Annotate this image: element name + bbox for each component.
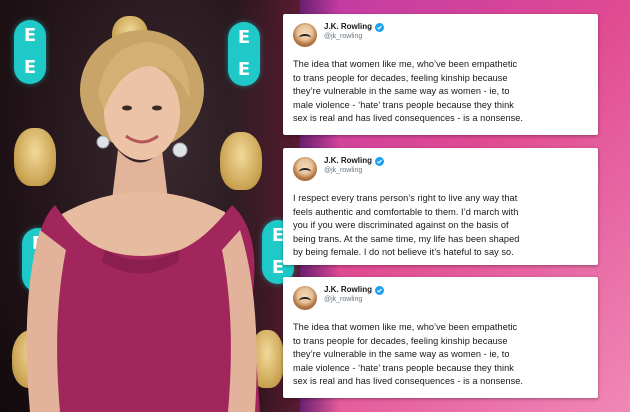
event-photo: EE EE EE EE bbox=[0, 0, 300, 412]
tweet-header: J.K. Rowling @jk_rowling bbox=[293, 156, 588, 188]
author-handle[interactable]: @jk_rowling bbox=[324, 166, 384, 176]
author-handle[interactable]: @jk_rowling bbox=[324, 295, 384, 305]
verified-badge-icon bbox=[375, 156, 384, 166]
tweet-card[interactable]: J.K. Rowling @jk_rowling I respect every… bbox=[283, 148, 598, 265]
author-block: J.K. Rowling @jk_rowling bbox=[324, 156, 384, 176]
tweet-text: The idea that women like me, who’ve been… bbox=[293, 59, 524, 123]
author-block: J.K. Rowling @jk_rowling bbox=[324, 22, 384, 42]
avatar[interactable] bbox=[293, 286, 317, 310]
tweet-header: J.K. Rowling @jk_rowling bbox=[293, 22, 588, 54]
author-handle[interactable]: @jk_rowling bbox=[324, 32, 384, 42]
tweet-text: I respect every trans person’s right to … bbox=[293, 193, 520, 257]
tweet-card[interactable]: J.K. Rowling @jk_rowling The idea that w… bbox=[283, 277, 598, 398]
author-name[interactable]: J.K. Rowling bbox=[324, 285, 372, 295]
verified-badge-icon bbox=[375, 285, 384, 295]
tweet-header: J.K. Rowling @jk_rowling bbox=[293, 285, 588, 317]
tweet-text: The idea that women like me, who’ve been… bbox=[293, 322, 524, 386]
tweet-card[interactable]: J.K. Rowling @jk_rowling The idea that w… bbox=[283, 14, 598, 135]
woman-portrait bbox=[26, 30, 260, 412]
author-block: J.K. Rowling @jk_rowling bbox=[324, 285, 384, 305]
author-name[interactable]: J.K. Rowling bbox=[324, 22, 372, 32]
avatar[interactable] bbox=[293, 157, 317, 181]
verified-badge-icon bbox=[375, 22, 384, 32]
author-name[interactable]: J.K. Rowling bbox=[324, 156, 372, 166]
avatar[interactable] bbox=[293, 23, 317, 47]
